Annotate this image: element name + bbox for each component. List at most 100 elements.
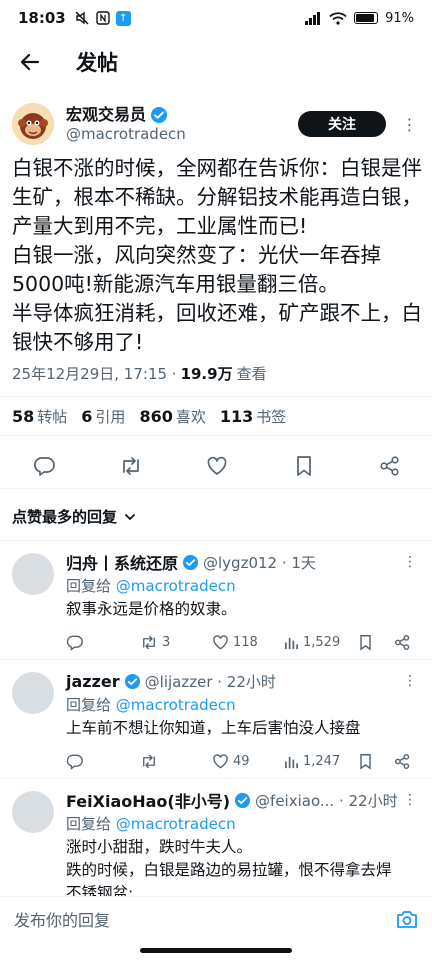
post-author: 宏观交易员 @macrotradecn 关注 ⋮ xyxy=(0,96,432,152)
mute-icon xyxy=(75,11,89,25)
reply-author-name[interactable]: 归舟丨系统还原 xyxy=(66,550,178,574)
reply-views-button[interactable]: 1,529 xyxy=(284,635,358,650)
more-options-icon[interactable]: ⋮ xyxy=(398,115,420,134)
more-options-icon[interactable]: ⋮ xyxy=(400,554,420,570)
post-actions xyxy=(0,443,432,489)
more-options-icon[interactable]: ⋮ xyxy=(400,792,420,808)
reply-to-prefix: 回复给 xyxy=(66,815,112,833)
avatar[interactable] xyxy=(12,791,54,833)
reply-text-line: 上车前不想让你知道，上车后害怕没人接盘 xyxy=(66,719,361,737)
reply-view-count: 1,247 xyxy=(303,753,341,769)
post-text-line: 白银不涨的时候，全网都在告诉你：白银是伴 xyxy=(12,156,422,180)
reply-like-count: 118 xyxy=(233,634,258,650)
battery-icon xyxy=(354,12,379,24)
reply-share-button[interactable] xyxy=(394,753,411,770)
reply-share-button[interactable] xyxy=(394,634,411,651)
reply-like-count: 49 xyxy=(233,753,250,769)
signal-icon xyxy=(305,11,321,25)
reply-button[interactable] xyxy=(32,454,56,478)
reply-to-prefix: 回复给 xyxy=(66,696,112,714)
reply-to-mention[interactable]: @macrotradecn xyxy=(116,815,236,833)
share-icon xyxy=(395,753,410,769)
avatar[interactable] xyxy=(12,553,54,595)
avatar[interactable] xyxy=(12,672,54,714)
reply-to: 回复给 @macrotradecn xyxy=(66,575,420,596)
likes-label: 喜欢 xyxy=(175,407,206,426)
reply-item[interactable]: FeiXiaoHao(非小号) @feixiao... · 22小时 ⋮ 回复给… xyxy=(0,778,432,896)
reply-handle-time: @lygz012 · 1天 xyxy=(203,553,316,572)
reply-bookmark-button[interactable] xyxy=(358,753,394,770)
avatar[interactable] xyxy=(12,103,54,145)
arrow-left-icon xyxy=(20,53,40,71)
page-title: 发帖 xyxy=(76,51,118,75)
reply-item[interactable]: 归舟丨系统还原 @lygz012 · 1天 ⋮ 回复给 @macrotradec… xyxy=(0,540,432,658)
reply-text: 叙事永远是价格的奴隶。 xyxy=(66,598,420,621)
quotes-count: 6 xyxy=(81,406,93,426)
post-view-label: 查看 xyxy=(236,365,267,383)
quotes-stat[interactable]: 6 引用 xyxy=(81,406,125,427)
author-handle[interactable]: @macrotradecn xyxy=(66,125,186,144)
repost-icon xyxy=(122,456,139,475)
author-name[interactable]: 宏观交易员 xyxy=(66,105,146,125)
reply-to-mention[interactable]: @macrotradecn xyxy=(116,696,236,714)
reply-text: 涨时小甜甜，跌时牛夫人。 跌的时候，白银是路边的易拉罐，恨不得拿去焊 不锈钢盆; xyxy=(66,836,420,896)
post-text-line: 半导体疯狂消耗，回收还难，矿产跟不上，白 xyxy=(12,301,422,325)
app-notification-icon: ↑ xyxy=(115,10,131,26)
reply-sort-selector[interactable]: 点赞最多的回复 xyxy=(12,506,137,527)
reply-comment-button[interactable] xyxy=(66,753,140,770)
reply-to: 回复给 @macrotradecn xyxy=(66,813,420,834)
reply-text-line: 不锈钢盆; xyxy=(66,884,134,896)
reply-text-line: 跌的时候，白银是路边的易拉罐，恨不得拿去焊 xyxy=(66,861,392,879)
repost-button[interactable] xyxy=(119,454,143,478)
reply-actions: 49 1,247 xyxy=(66,750,420,772)
home-gesture-bar[interactable] xyxy=(140,948,292,953)
engagement-stats: 58 转帖 6 引用 860 喜欢 113 书签 xyxy=(0,396,432,436)
reply-item[interactable]: jazzer @lijazzer · 22小时 ⋮ 回复给 @macrotrad… xyxy=(0,659,432,777)
post-text-line: 白银一涨，风向突然变了：光伏一年吞掉 xyxy=(12,243,381,267)
chevron-down-icon xyxy=(125,513,135,520)
reply-to-mention[interactable]: @macrotradecn xyxy=(116,577,236,595)
reply-sort-label: 点赞最多的回复 xyxy=(12,508,118,526)
reply-like-button[interactable]: 49 xyxy=(212,753,284,770)
share-icon xyxy=(395,634,410,650)
like-button[interactable] xyxy=(205,454,229,478)
reply-author-name[interactable]: jazzer xyxy=(66,672,120,691)
bookmarks-stat[interactable]: 113 书签 xyxy=(220,406,286,427)
reply-composer[interactable]: 发布你的回复 xyxy=(0,896,432,940)
verified-badge-icon xyxy=(124,673,140,689)
post-timestamp[interactable]: 25年12月29日, 17:15 · xyxy=(12,363,177,384)
bookmark-icon xyxy=(296,455,311,476)
likes-count: 860 xyxy=(139,406,173,426)
reply-like-button[interactable]: 118 xyxy=(212,634,284,651)
back-button[interactable] xyxy=(2,36,58,88)
reply-bookmark-button[interactable] xyxy=(358,634,394,651)
reply-text: 上车前不想让你知道，上车后害怕没人接盘 xyxy=(66,717,420,740)
repost-icon xyxy=(143,635,155,649)
verified-badge-icon xyxy=(182,554,199,570)
reply-view-count: 1,529 xyxy=(303,634,341,650)
bookmark-button[interactable] xyxy=(292,454,316,478)
verified-badge-icon xyxy=(234,792,251,808)
reply-handle-time: @lijazzer · 22小时 xyxy=(144,672,276,691)
views-chart-icon xyxy=(285,637,298,649)
heart-icon xyxy=(213,634,228,650)
bookmark-icon xyxy=(360,634,371,651)
share-button[interactable] xyxy=(378,454,402,478)
bookmark-icon xyxy=(360,753,371,770)
reply-repost-button[interactable]: 3 xyxy=(140,634,212,651)
reply-views-button[interactable]: 1,247 xyxy=(284,754,358,769)
more-options-icon[interactable]: ⋮ xyxy=(400,673,420,689)
likes-stat[interactable]: 860 喜欢 xyxy=(139,406,205,427)
reply-handle-time: @feixiao... · 22小时 xyxy=(255,791,398,810)
reply-author-name[interactable]: FeiXiaoHao(非小号) xyxy=(66,788,230,812)
monkey-avatar-icon xyxy=(12,103,54,145)
reposts-stat[interactable]: 58 转帖 xyxy=(12,406,67,427)
camera-icon[interactable] xyxy=(396,909,418,929)
follow-button[interactable]: 关注 xyxy=(298,111,386,137)
reply-input-placeholder[interactable]: 发布你的回复 xyxy=(14,907,110,931)
reply-comment-button[interactable] xyxy=(66,634,140,651)
reply-repost-button[interactable] xyxy=(140,753,212,770)
comment-icon xyxy=(66,635,83,651)
heart-icon xyxy=(207,456,227,475)
reposts-count: 58 xyxy=(12,406,35,426)
